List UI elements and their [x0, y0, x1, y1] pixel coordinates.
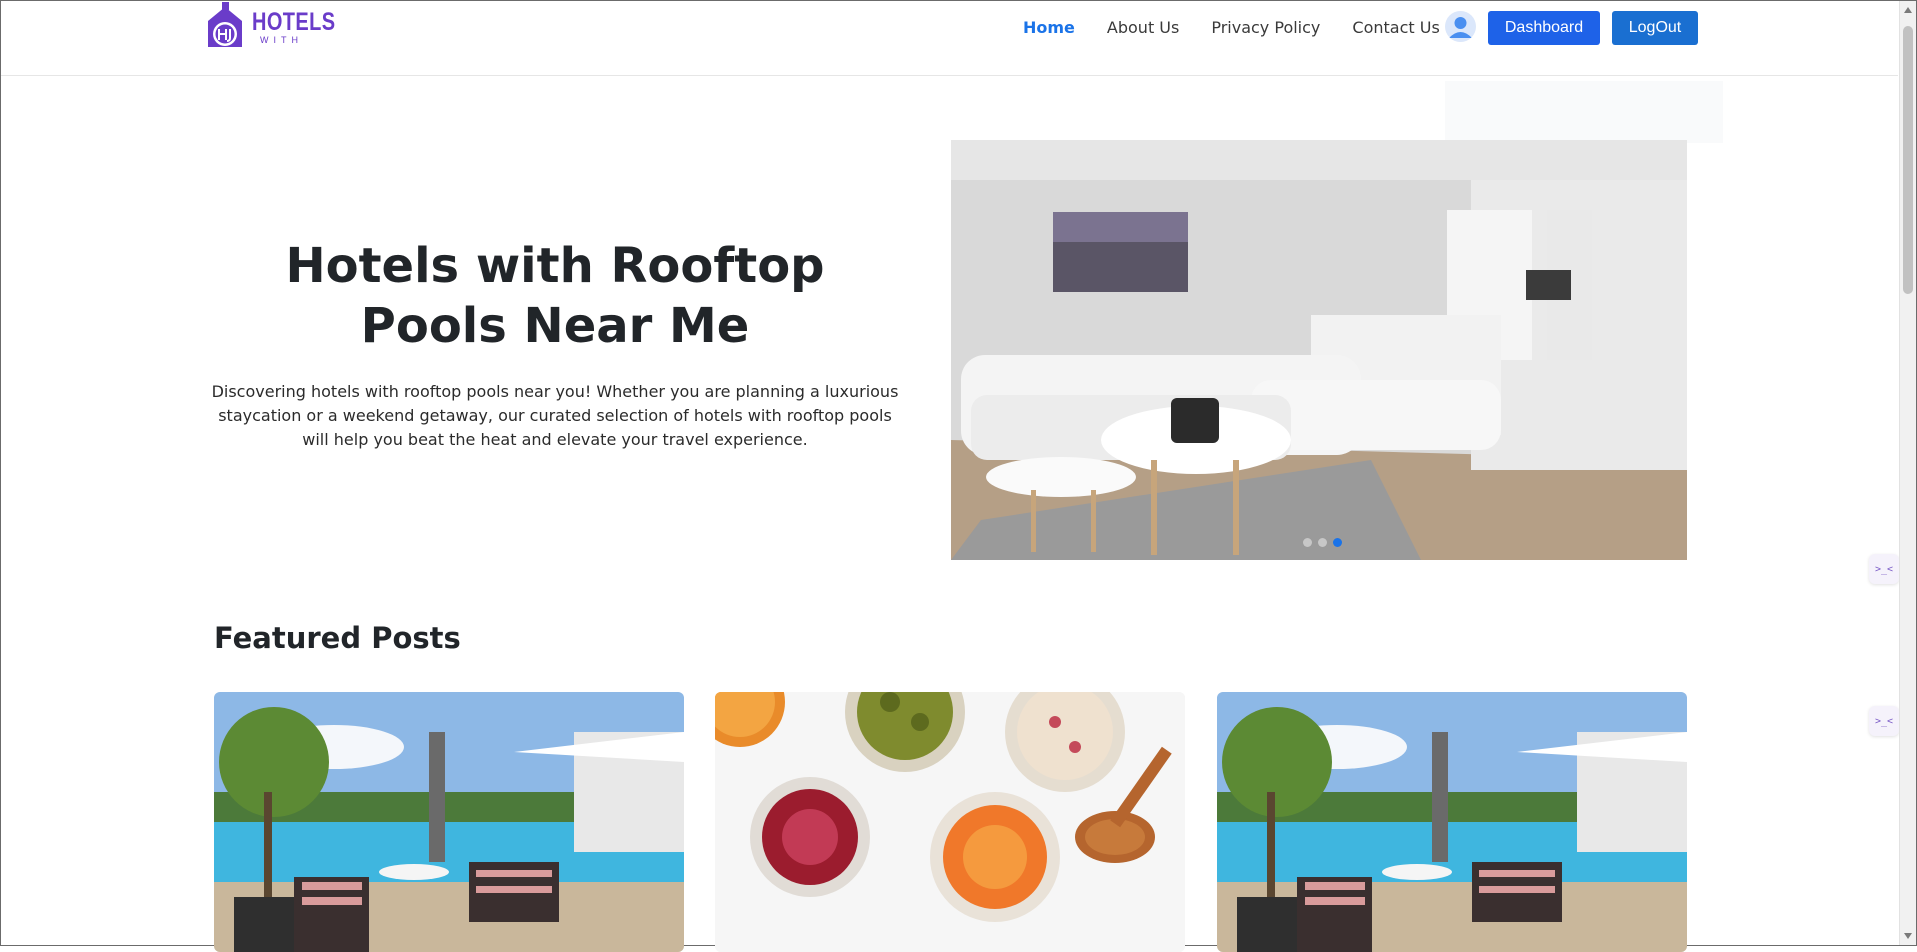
hero-text-block: Hotels with Rooftop Pools Near Me Discov…: [211, 236, 899, 452]
carousel-dot-2[interactable]: [1318, 538, 1327, 547]
dashboard-button[interactable]: Dashboard: [1488, 11, 1600, 45]
logo-sub: WITH: [260, 34, 303, 45]
featured-card-2[interactable]: [715, 692, 1185, 952]
house-logo-icon: [202, 1, 248, 53]
pickled-jars-photo: [715, 692, 1185, 952]
featured-posts-title: Featured Posts: [214, 621, 461, 655]
carousel-indicators: [1303, 538, 1342, 547]
scroll-thumb[interactable]: [1903, 26, 1913, 294]
scroll-down-icon[interactable]: [1904, 933, 1912, 939]
carousel-dot-1[interactable]: [1303, 538, 1312, 547]
scroll-up-icon[interactable]: [1904, 7, 1912, 13]
site-logo[interactable]: HOTELS WITH: [202, 1, 356, 53]
hero-description: Discovering hotels with rooftop pools ne…: [211, 382, 899, 449]
nav-about-us[interactable]: About Us: [1107, 18, 1179, 37]
living-room-photo: [951, 140, 1687, 560]
carousel-dot-3[interactable]: [1333, 538, 1342, 547]
dropdown-shadow: [1445, 81, 1723, 143]
pool-patio-photo: [1217, 692, 1687, 952]
vertical-scrollbar[interactable]: [1899, 1, 1916, 945]
user-avatar-icon[interactable]: [1445, 11, 1476, 42]
logo-word: HOTELS: [252, 7, 336, 36]
nav-contact-us[interactable]: Contact Us: [1352, 18, 1439, 37]
hero-carousel[interactable]: [951, 140, 1687, 560]
nav-home[interactable]: Home: [1023, 18, 1075, 37]
floating-widget-1-icon[interactable]: >_<: [1869, 554, 1899, 584]
floating-widget-2-icon[interactable]: >_<: [1869, 706, 1899, 736]
main-nav: Home About Us Privacy Policy Contact Us: [1023, 1, 1472, 53]
nav-privacy-policy[interactable]: Privacy Policy: [1211, 18, 1320, 37]
featured-card-1[interactable]: [214, 692, 684, 952]
hero-title: Hotels with Rooftop Pools Near Me: [285, 238, 825, 354]
featured-card-3[interactable]: [1217, 692, 1687, 952]
pool-patio-photo: [214, 692, 684, 952]
navbar: HOTELS WITH Home About Us Privacy Policy…: [1, 1, 1898, 76]
logout-button[interactable]: LogOut: [1612, 11, 1698, 45]
